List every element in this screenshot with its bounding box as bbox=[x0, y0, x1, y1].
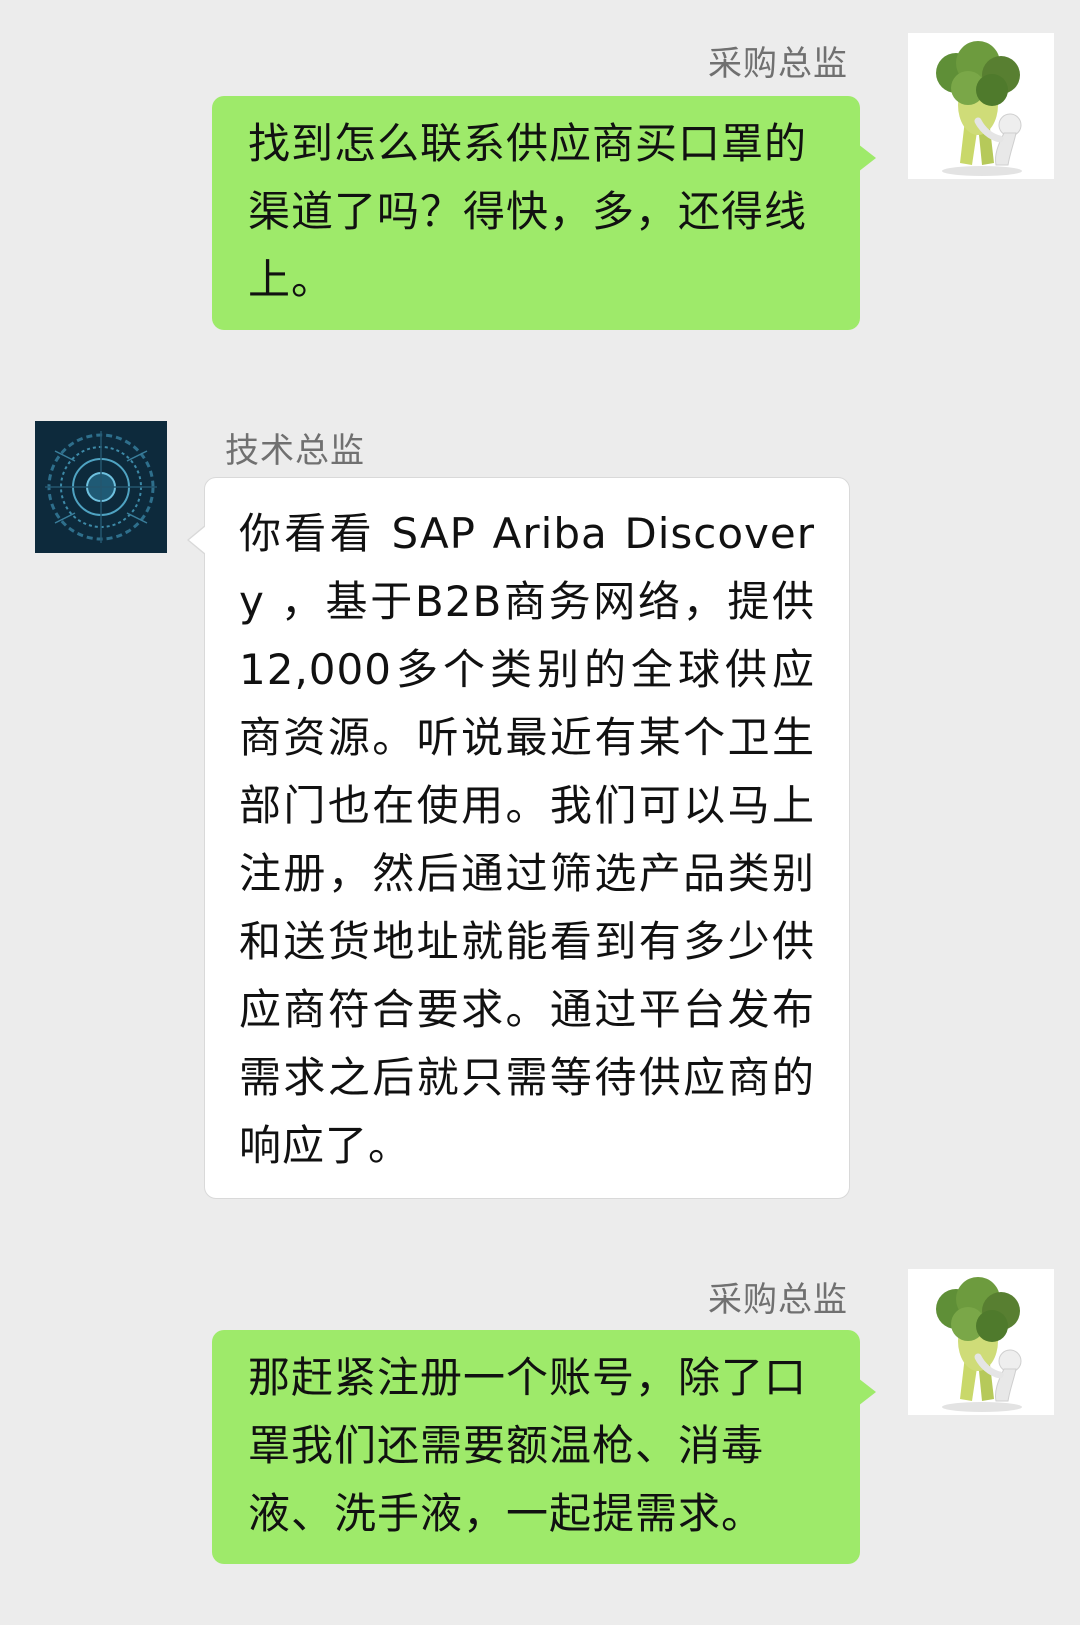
message-bubble[interactable]: 你看看 SAP Ariba Discovery ，基于B2B商务网络，提供12,… bbox=[187, 477, 850, 1199]
message-bubble[interactable]: 那赶紧注册一个账号，除了口罩我们还需要额温枪、消毒液、洗手液，一起提需求。 bbox=[212, 1330, 876, 1564]
sender-name: 技术总监 bbox=[225, 431, 365, 471]
sender-name: 采购总监 bbox=[708, 1280, 848, 1320]
sender-name: 采购总监 bbox=[708, 44, 848, 84]
broccoli-man-icon bbox=[908, 33, 1054, 179]
message-text: 找到怎么联系供应商买口罩的渠道了吗？得快，多，还得线上。 bbox=[248, 119, 808, 304]
chat-thread: 采购总监 找到怎么联系供应商买口罩的渠道了吗？得快，多，还得线上。 技术总监 你… bbox=[0, 0, 1080, 1625]
broccoli-man-icon bbox=[908, 1269, 1054, 1415]
avatar[interactable] bbox=[908, 33, 1054, 179]
message-text: 那赶紧注册一个账号，除了口罩我们还需要额温枪、消毒液、洗手液，一起提需求。 bbox=[248, 1353, 808, 1538]
message-bubble[interactable]: 找到怎么联系供应商买口罩的渠道了吗？得快，多，还得线上。 bbox=[212, 96, 876, 330]
digital-globe-icon bbox=[35, 421, 167, 553]
avatar[interactable] bbox=[35, 421, 167, 553]
avatar[interactable] bbox=[908, 1269, 1054, 1415]
message-text: 你看看 SAP Ariba Discovery ，基于B2B商务网络，提供12,… bbox=[239, 509, 815, 1170]
